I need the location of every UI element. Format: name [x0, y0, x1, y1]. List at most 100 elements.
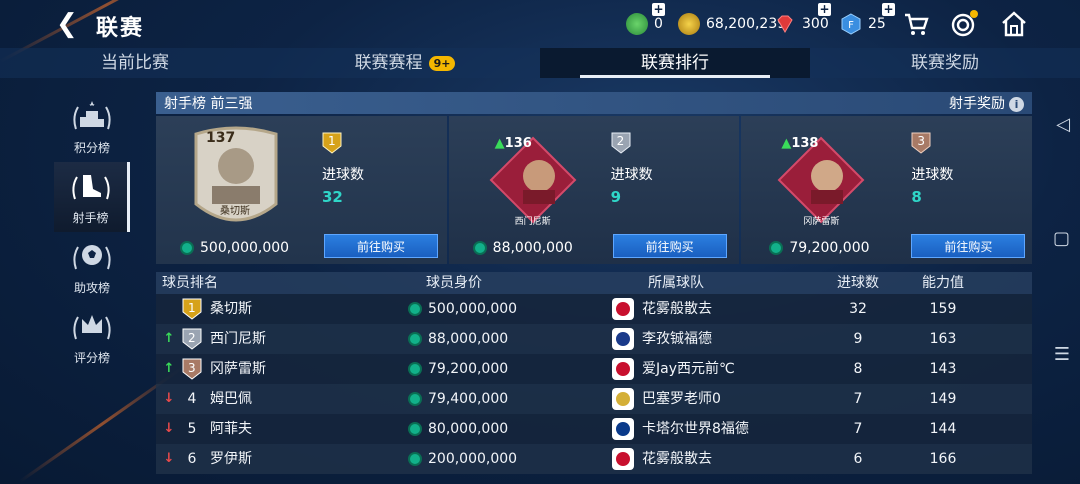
table-row[interactable]: 1 桑切斯 500,000,000 花雾般散去 32 159 — [156, 294, 1032, 324]
rank-number: 6 — [187, 451, 197, 467]
top-scorer-card-3[interactable]: ▲138 冈萨雷斯 3 进球数 8 79,200,000 前往购买 — [741, 116, 1033, 264]
goals-value: 8 — [911, 188, 922, 206]
cart-icon[interactable] — [902, 10, 930, 38]
player-name: 阿菲夫 — [210, 421, 252, 437]
ball-icon — [73, 245, 111, 270]
side-item-assists[interactable]: 助攻榜 — [54, 232, 130, 302]
gems-counter[interactable]: + 300 — [774, 3, 831, 36]
club-crest-icon — [612, 358, 634, 380]
table-row[interactable]: ↓ 4 姆巴佩 79,400,000 巴塞罗老师0 7 149 — [156, 384, 1032, 414]
price-coin-icon — [180, 241, 194, 255]
player-price: 88,000,000 — [472, 240, 573, 256]
page-title: 联赛 — [96, 16, 145, 41]
player-name: 桑切斯 — [210, 301, 252, 317]
green-points-icon: + — [626, 3, 665, 35]
bronze-rank-icon: 3 — [182, 358, 202, 380]
tab-current-match[interactable]: 当前比赛 — [0, 48, 270, 78]
crown-icon — [73, 315, 111, 340]
tab-schedule[interactable]: 联赛赛程 9+ — [270, 48, 540, 78]
coins-counter[interactable]: 68,200,239 — [678, 12, 786, 36]
tab-bar: 当前比赛 联赛赛程 9+ 联赛排行 联赛奖励 — [0, 48, 1080, 78]
top-scorer-card-2[interactable]: 136 ▲136 西门尼斯 2 进球数 9 88,000,000 前往购买 — [448, 116, 819, 264]
player-name: 罗伊斯 — [210, 451, 252, 467]
player-price: 80,000,000 — [428, 421, 509, 437]
green-points-counter[interactable]: + 0 — [626, 3, 665, 36]
player-price: 79,200,000 — [769, 240, 870, 256]
nav-home-icon[interactable]: ▢ — [1053, 228, 1070, 249]
goals-count: 32 — [849, 301, 867, 317]
info-icon: i — [1009, 97, 1024, 112]
player-price: 79,200,000 — [428, 361, 509, 377]
target-icon[interactable] — [950, 10, 978, 38]
table-row[interactable]: ↑ 2 西门尼斯 88,000,000 李孜铖福德 9 163 — [156, 324, 1032, 354]
svg-text:F: F — [848, 20, 854, 31]
price-coin-icon — [408, 362, 422, 376]
fc-points-icon: F + — [840, 3, 895, 35]
boot-icon — [71, 175, 110, 200]
player-rating: 137 — [206, 130, 236, 146]
team-name: 爱Jay西元前℃ — [642, 361, 735, 377]
coin-icon — [678, 13, 700, 35]
player-card-name: 西门尼斯 — [514, 217, 551, 227]
side-item-scorers[interactable]: 射手榜 — [54, 162, 130, 232]
tab-rewards[interactable]: 联赛奖励 — [810, 48, 1080, 78]
goals-value: 9 — [610, 188, 622, 206]
rank-down-icon: ↓ — [163, 421, 175, 436]
goals-count: 9 — [853, 331, 863, 347]
table-row[interactable]: ↓ 6 罗伊斯 200,000,000 花雾般散去 6 166 — [156, 444, 1032, 474]
side-item-points[interactable]: 积分榜 — [54, 92, 130, 162]
goals-count: 8 — [853, 361, 863, 377]
player-name: 西门尼斯 — [210, 331, 266, 347]
nav-back-icon[interactable]: ◁ — [1056, 114, 1070, 135]
side-menu: 积分榜 射手榜 助攻榜 评分榜 — [54, 92, 130, 372]
podium-icon — [73, 101, 111, 130]
player-card-name: 冈萨雷斯 — [803, 217, 840, 227]
tab-rankings[interactable]: 联赛排行 — [540, 48, 810, 78]
scorer-reward-link[interactable]: 射手奖励 i — [949, 93, 1024, 113]
buy-button[interactable]: 前往购买 — [324, 234, 438, 258]
panel-header: 射手榜 前三强 射手奖励 i — [156, 92, 1032, 114]
player-price: 88,000,000 — [428, 331, 509, 347]
club-crest-icon — [612, 328, 634, 350]
overall-rating: 163 — [929, 331, 957, 347]
buy-button[interactable]: 前往购买 — [911, 234, 1026, 258]
overall-rating: 159 — [929, 301, 957, 317]
fc-points-counter[interactable]: F + 25 — [840, 3, 895, 36]
club-crest-icon — [612, 448, 634, 470]
player-name: 冈萨雷斯 — [210, 361, 266, 377]
team-name: 花雾般散去 — [642, 451, 712, 467]
home-icon[interactable] — [1000, 10, 1028, 38]
team-name: 李孜铖福德 — [642, 331, 712, 347]
rank-up-icon: ↑ — [163, 361, 175, 376]
team-name: 卡塔尔世界8福德 — [642, 421, 749, 437]
player-card-icon — [194, 126, 278, 222]
goals-count: 7 — [853, 391, 863, 407]
nav-menu-icon[interactable]: ☰ — [1054, 344, 1070, 365]
player-price: 500,000,000 — [428, 301, 518, 317]
overall-rating: 166 — [929, 451, 957, 467]
panel-title: 射手榜 前三强 — [164, 96, 253, 112]
club-crest-icon — [612, 418, 634, 440]
scorers-panel: 射手榜 前三强 射手奖励 i 137 桑切斯 1 进球数 32 500,000,0… — [156, 92, 1033, 474]
table-row[interactable]: ↑ 3 冈萨雷斯 79,200,000 爱Jay西元前℃ 8 143 — [156, 354, 1032, 384]
player-price: 200,000,000 — [428, 451, 518, 467]
price-coin-icon — [769, 241, 784, 255]
buy-button[interactable]: 前往购买 — [612, 234, 727, 258]
side-item-rating[interactable]: 评分榜 — [54, 302, 130, 372]
rank-down-icon: ↓ — [163, 451, 175, 466]
top-bar: ❮ 联赛 + 0 68,200,239 + 300 F + 25 — [0, 0, 1080, 48]
overall-rating: 143 — [929, 361, 957, 377]
goals-count: 6 — [853, 451, 863, 467]
top3-cards: 137 桑切斯 1 进球数 32 500,000,000 前往购买 136 ▲1… — [156, 116, 1033, 264]
back-button[interactable]: ❮ — [56, 11, 78, 37]
table-header: 球员排名 球员身价 所属球队 进球数 能力值 — [156, 272, 1032, 294]
table-row[interactable]: ↓ 5 阿菲夫 80,000,000 卡塔尔世界8福德 7 144 — [156, 414, 1032, 444]
price-coin-icon — [408, 392, 422, 406]
club-crest-icon — [612, 388, 634, 410]
team-name: 花雾般散去 — [642, 301, 712, 317]
price-coin-icon — [472, 241, 487, 255]
price-coin-icon — [408, 422, 422, 436]
player-rating: ▲138 — [781, 136, 819, 151]
top-scorer-card-1[interactable]: 137 桑切斯 1 进球数 32 500,000,000 前往购买 — [156, 116, 447, 264]
price-coin-icon — [408, 452, 422, 466]
